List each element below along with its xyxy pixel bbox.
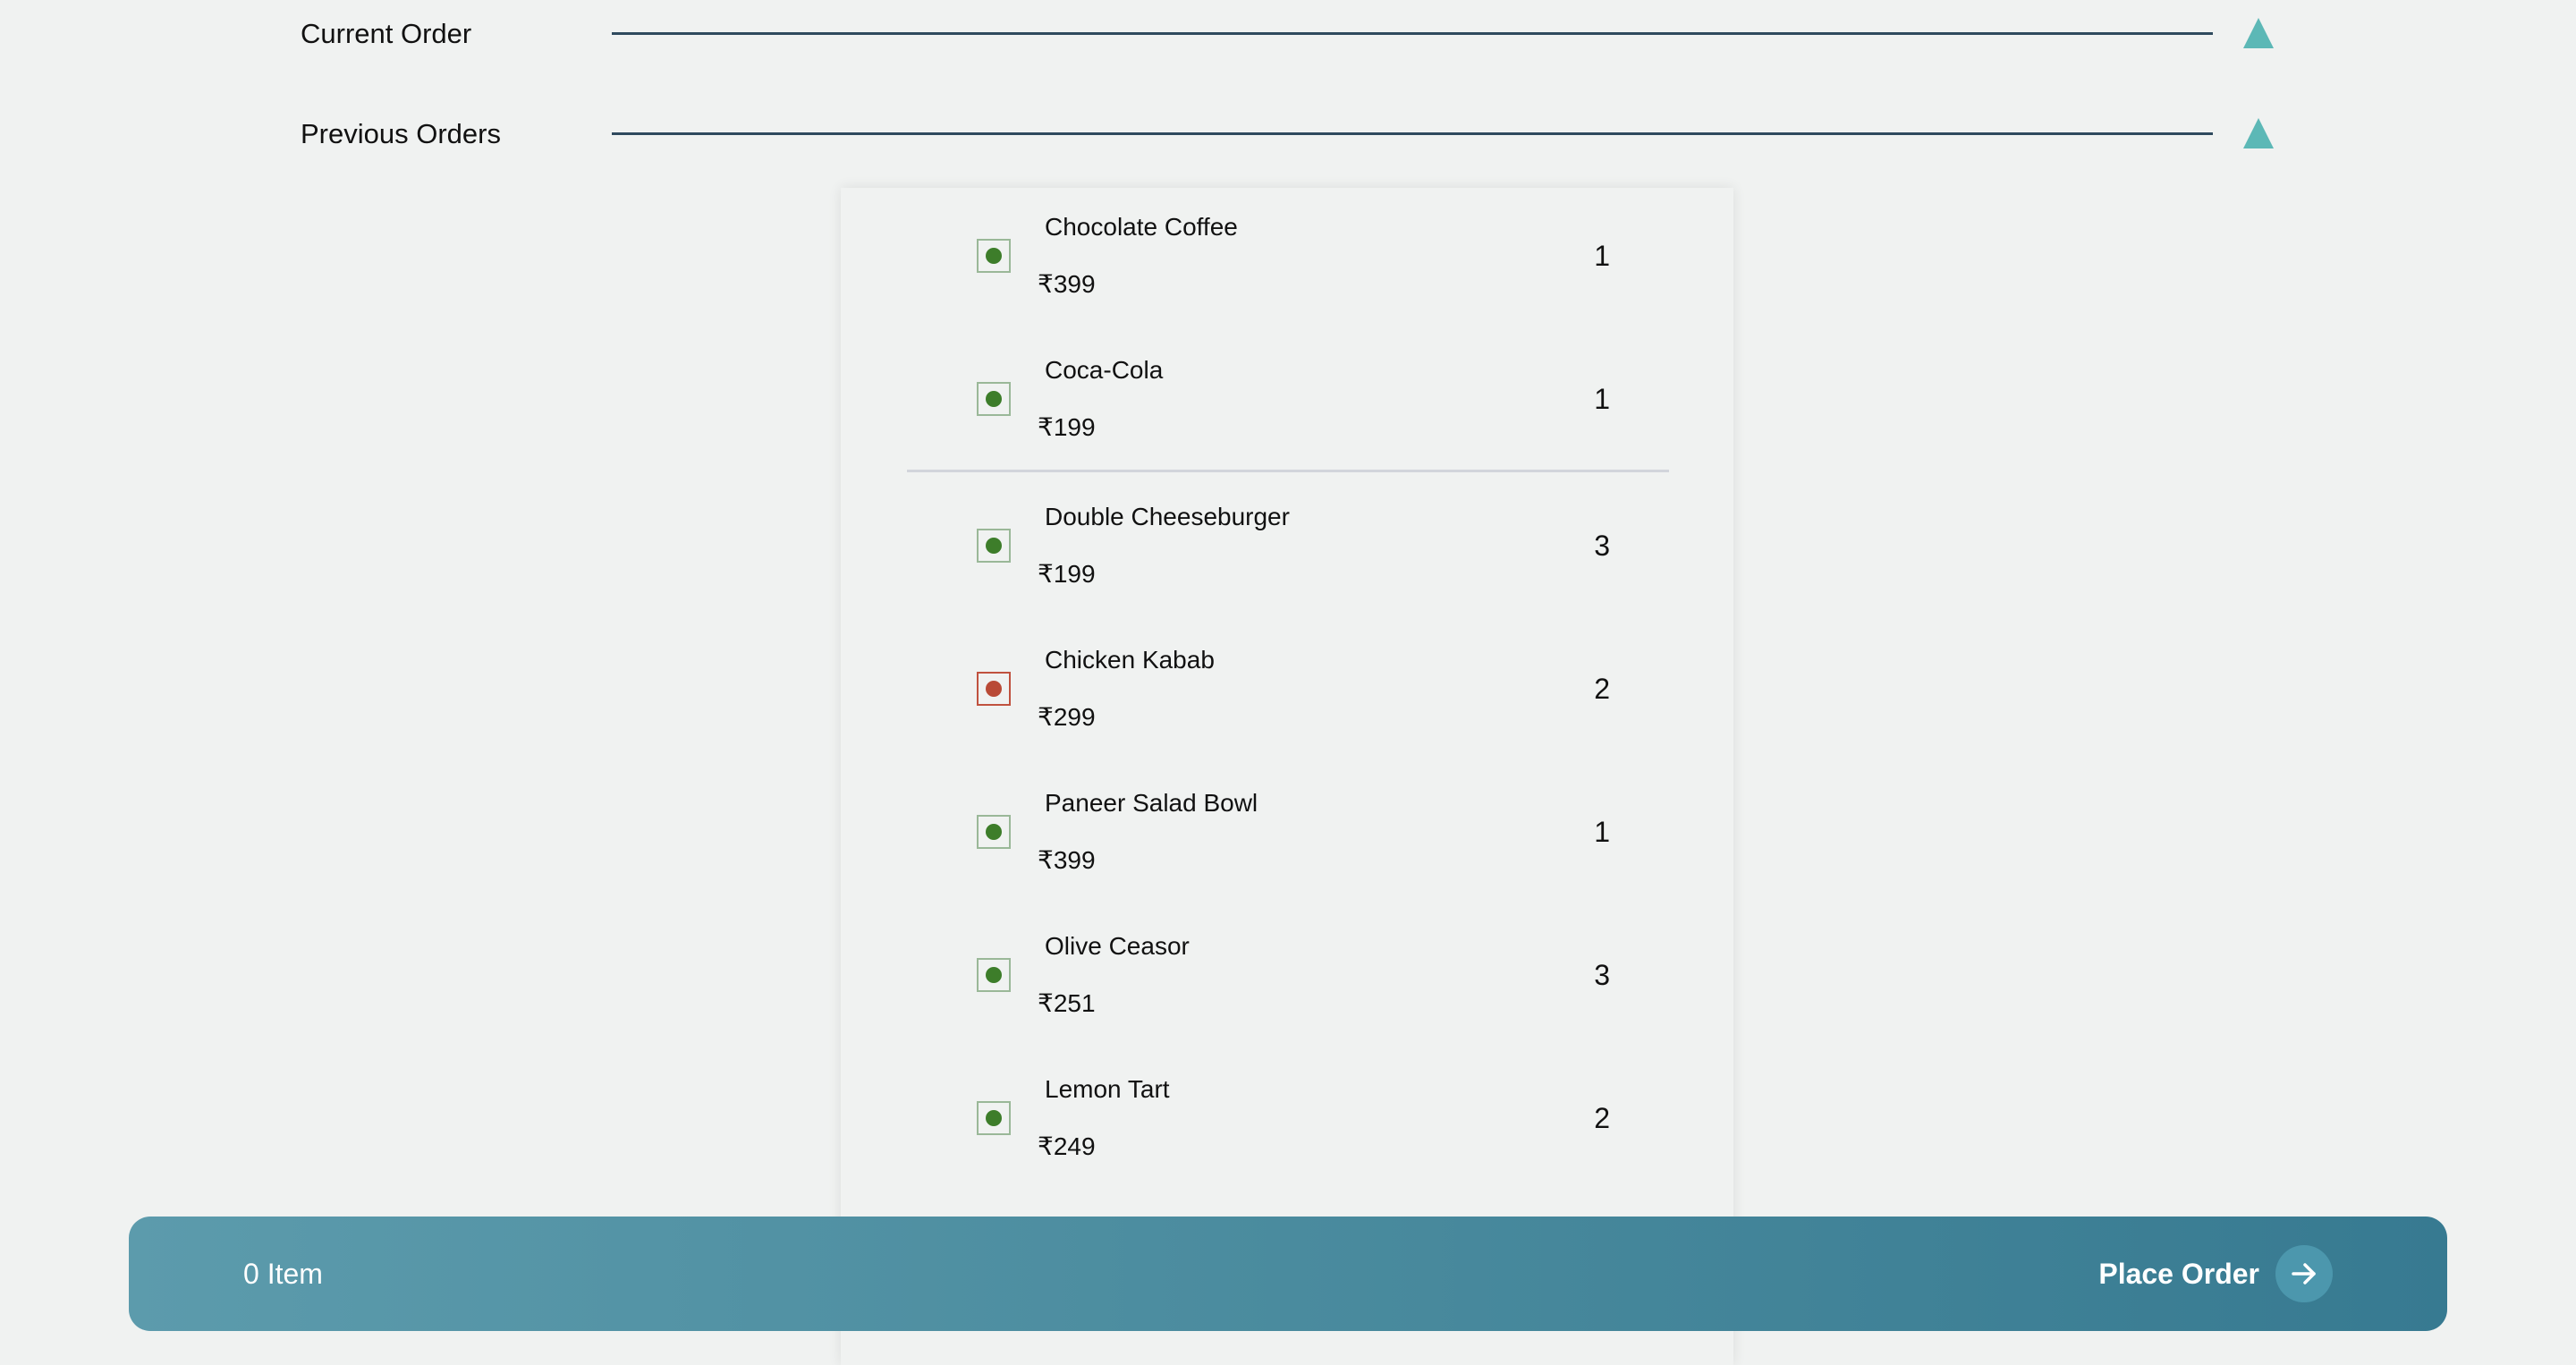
place-order-label: Place Order bbox=[2098, 1257, 2259, 1290]
item-quantity: 3 bbox=[1594, 959, 1610, 991]
order-item-row: Chicken Kabab ₹299 2 bbox=[841, 621, 1733, 746]
item-price: ₹251 bbox=[1038, 989, 1096, 1017]
order-group-divider bbox=[907, 470, 1669, 472]
order-summary-bar: 0 Item Place Order bbox=[129, 1217, 2447, 1331]
item-quantity: 1 bbox=[1594, 383, 1610, 415]
item-quantity: 2 bbox=[1594, 673, 1610, 705]
section-divider bbox=[612, 132, 2213, 135]
veg-icon bbox=[977, 239, 1011, 273]
order-item-row: Paneer Salad Bowl ₹399 1 bbox=[841, 764, 1733, 889]
order-item-row: Lemon Tart ₹249 2 bbox=[841, 1050, 1733, 1175]
triangle-up-icon[interactable] bbox=[2243, 18, 2274, 48]
previous-orders-list: Chocolate Coffee ₹399 1 Coca-Cola ₹199 1… bbox=[841, 188, 1733, 1365]
order-item-row: Double Cheeseburger ₹199 3 bbox=[841, 478, 1733, 603]
item-name: Paneer Salad Bowl bbox=[1045, 789, 1258, 817]
item-quantity: 1 bbox=[1594, 240, 1610, 272]
veg-icon bbox=[977, 1101, 1011, 1135]
item-quantity: 2 bbox=[1594, 1102, 1610, 1134]
item-price: ₹399 bbox=[1038, 270, 1096, 298]
triangle-up-icon[interactable] bbox=[2243, 118, 2274, 148]
veg-icon bbox=[977, 529, 1011, 563]
previous-orders-title: Previous Orders bbox=[301, 118, 501, 149]
item-price: ₹199 bbox=[1038, 560, 1096, 588]
item-name: Double Cheeseburger bbox=[1045, 503, 1290, 530]
order-item-row: Chocolate Coffee ₹399 1 bbox=[841, 188, 1733, 313]
veg-icon bbox=[977, 382, 1011, 416]
items-count: 0 Item bbox=[243, 1258, 323, 1290]
item-price: ₹199 bbox=[1038, 413, 1096, 441]
veg-icon bbox=[977, 958, 1011, 992]
current-order-title: Current Order bbox=[301, 18, 472, 49]
arrow-right-icon[interactable] bbox=[2275, 1245, 2333, 1302]
item-name: Chocolate Coffee bbox=[1045, 213, 1238, 241]
non-veg-icon bbox=[977, 672, 1011, 706]
item-price: ₹249 bbox=[1038, 1132, 1096, 1160]
item-name: Olive Ceasor bbox=[1045, 932, 1190, 960]
item-name: Lemon Tart bbox=[1045, 1075, 1170, 1103]
order-item-row: Olive Ceasor ₹251 3 bbox=[841, 907, 1733, 1032]
veg-icon bbox=[977, 815, 1011, 849]
item-name: Chicken Kabab bbox=[1045, 646, 1215, 674]
section-divider bbox=[612, 32, 2213, 35]
previous-orders-header[interactable]: Previous Orders bbox=[301, 107, 2277, 161]
item-name: Coca-Cola bbox=[1045, 356, 1164, 384]
item-price: ₹299 bbox=[1038, 703, 1096, 731]
place-order-button[interactable]: Place Order bbox=[2098, 1243, 2333, 1304]
item-quantity: 1 bbox=[1594, 816, 1610, 848]
order-item-row: Coca-Cola ₹199 1 bbox=[841, 331, 1733, 456]
item-price: ₹399 bbox=[1038, 846, 1096, 874]
item-quantity: 3 bbox=[1594, 530, 1610, 562]
current-order-header[interactable]: Current Order bbox=[301, 7, 2277, 61]
order-page: Current Order Previous Orders Chocolate … bbox=[0, 0, 2576, 1365]
